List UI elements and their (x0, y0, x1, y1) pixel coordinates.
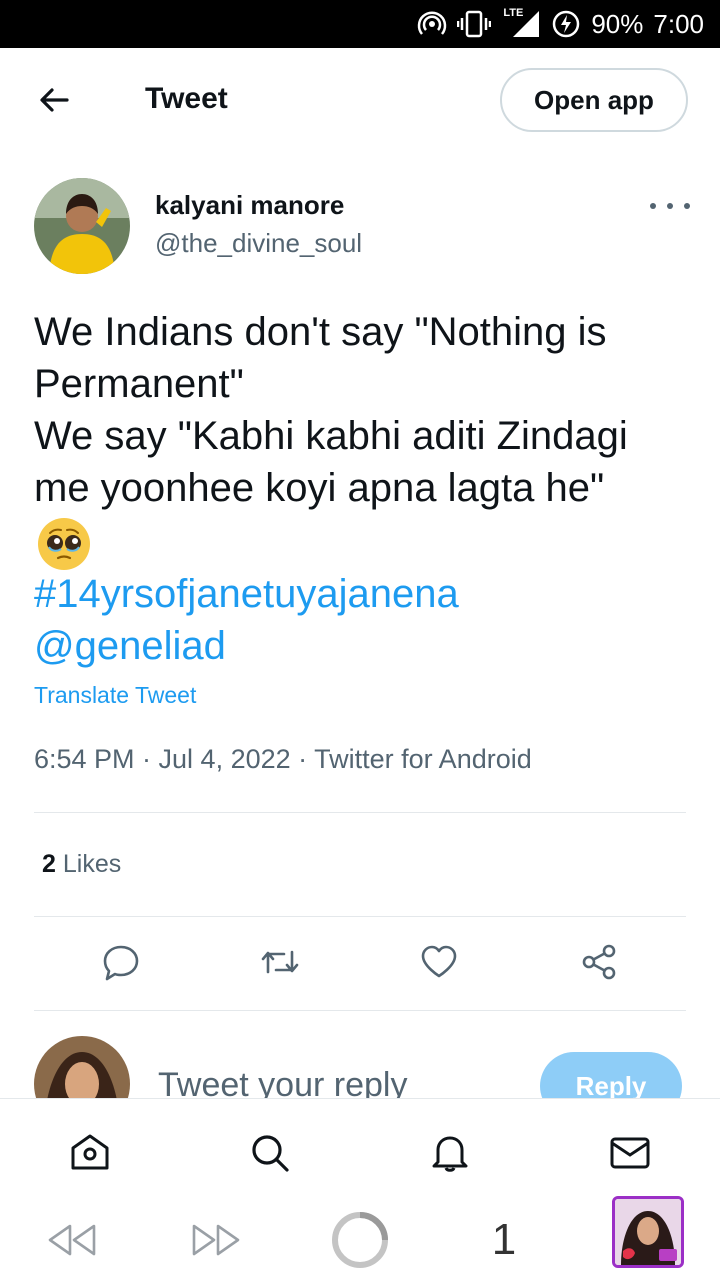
circle-icon (332, 1212, 388, 1268)
browser-toolbar: 1 (0, 1196, 720, 1280)
heart-icon (421, 945, 457, 978)
divider (34, 1010, 686, 1011)
status-bar: LTE 90% 7:00 (0, 0, 720, 48)
divider (34, 916, 686, 917)
browser-back-button[interactable] (44, 1210, 100, 1270)
mention-link[interactable]: @geneliad (34, 620, 226, 672)
tweet-meta: 6:54 PM · Jul 4, 2022 · Twitter for Andr… (34, 744, 532, 774)
dot (684, 203, 690, 209)
tab-count[interactable]: 1 (476, 1210, 532, 1270)
retweet-icon (261, 950, 299, 974)
mail-icon (610, 1137, 650, 1169)
tweet-text: We Indians don't say "Nothing is Permane… (34, 306, 694, 514)
browser-forward-button[interactable] (188, 1210, 244, 1270)
back-button[interactable] (34, 80, 74, 120)
arrow-left-icon (40, 88, 69, 112)
reply-action-button[interactable] (99, 940, 143, 984)
pleading-face-icon (36, 516, 92, 572)
like-action-button[interactable] (417, 940, 461, 984)
battery-percentage: 90% (591, 8, 644, 39)
signal-icon: LTE (501, 7, 541, 39)
likes-count[interactable]: 2 Likes (42, 850, 121, 879)
profile-thumbnail[interactable] (610, 1196, 686, 1268)
divider (34, 812, 686, 813)
page-title: Tweet (145, 82, 228, 115)
clock: 7:00 (653, 8, 704, 39)
author-avatar[interactable] (34, 178, 130, 274)
profile-thumbnail-image (612, 1196, 684, 1268)
share-icon (582, 944, 616, 980)
tweet-text-line: me yoonhee koyi apna lagta he" (34, 466, 605, 510)
likes-label: Likes (62, 850, 122, 878)
home-icon (71, 1134, 109, 1170)
more-options-button[interactable] (650, 196, 690, 216)
tweet-text-line: Permanent" (34, 362, 244, 406)
share-action-button[interactable] (577, 940, 621, 984)
open-app-button[interactable]: Open app (500, 68, 688, 132)
rewind-icon (48, 1224, 96, 1256)
dot (667, 203, 673, 209)
battery-saver-icon (551, 9, 581, 39)
tweet-text-line: We Indians don't say "Nothing is (34, 310, 607, 354)
top-app-bar: Tweet Open app (0, 48, 720, 152)
search-tab[interactable] (246, 1129, 294, 1177)
home-tab[interactable] (66, 1129, 114, 1177)
tweet-text-line: We say "Kabhi kabhi aditi Zindagi (34, 414, 628, 458)
comment-icon (103, 945, 139, 981)
tweet-actions (0, 940, 720, 990)
author-handle[interactable]: @the_divine_soul (155, 228, 362, 259)
browser-home-button[interactable] (330, 1210, 390, 1270)
bottom-navigation (0, 1098, 720, 1202)
search-icon (252, 1135, 289, 1172)
author-name[interactable]: kalyani manore (155, 190, 344, 221)
hotspot-icon (417, 9, 447, 39)
hashtag-link[interactable]: #14yrsofjanetuyajanena (34, 568, 459, 620)
vibrate-icon (457, 9, 492, 39)
dot (650, 203, 656, 209)
bell-icon (432, 1136, 468, 1172)
notifications-tab[interactable] (426, 1129, 474, 1177)
likes-number: 2 (42, 850, 56, 878)
fast-forward-icon (192, 1224, 240, 1256)
translate-tweet-link[interactable]: Translate Tweet (34, 682, 196, 709)
retweet-action-button[interactable] (258, 940, 302, 984)
messages-tab[interactable] (606, 1129, 654, 1177)
